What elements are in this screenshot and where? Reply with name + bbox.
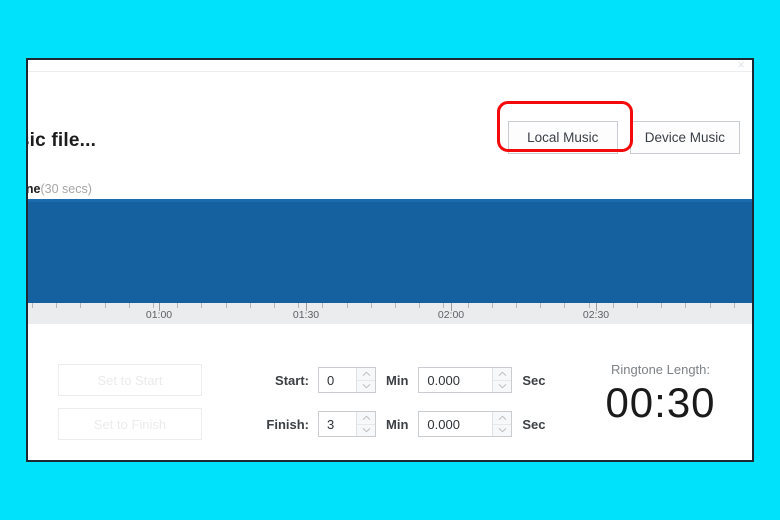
ruler-tick-minor (492, 303, 493, 308)
ruler-tick-minor (32, 303, 33, 308)
device-music-button[interactable]: Device Music (629, 121, 740, 154)
start-label: Start: (275, 372, 309, 388)
ruler-tick-minor (637, 303, 638, 308)
ringtone-length-value: 00:30 (605, 379, 716, 426)
ruler-tick-minor (226, 303, 227, 308)
ruler-tick-minor (516, 303, 517, 308)
ruler-tick-minor (298, 303, 299, 308)
timeline-ruler[interactable]: 01:00 01:30 02:00 02:30 (28, 303, 752, 324)
faint-disabled-controls-strip (28, 324, 752, 350)
finish-sec-stepper[interactable]: 0.000 (418, 411, 513, 437)
ruler-tick-minor (661, 303, 662, 308)
chevron-up-glyph (498, 415, 507, 420)
chevron-up-glyph (362, 415, 370, 420)
ruler-tick-minor (322, 303, 323, 308)
ruler-tick-minor (685, 303, 686, 308)
trim-control-panel: Set to Start Set to Finish Start: 0 Min … (28, 348, 752, 460)
ruler-tick-minor (201, 303, 202, 308)
ruler-tick-minor (540, 303, 541, 308)
chevron-down-icon[interactable] (357, 380, 375, 392)
close-icon[interactable]: × (734, 60, 748, 72)
tone-info: ext Tone(30 secs) (26, 182, 92, 196)
ruler-tick-minor (564, 303, 565, 308)
ruler-tick-label: 02:00 (437, 309, 465, 321)
ruler-tick-minor (613, 303, 614, 308)
chevron-up-icon[interactable] (493, 368, 512, 381)
ruler-tick-minor (347, 303, 348, 308)
finish-sec-value[interactable]: 0.000 (419, 412, 492, 436)
start-sec-arrows (492, 368, 512, 392)
set-button-group: Set to Start Set to Finish (58, 364, 202, 440)
ruler-tick-label: 01:30 (292, 309, 320, 321)
chevron-down-glyph (498, 428, 507, 433)
source-button-group: Local Music Device Music (507, 121, 740, 154)
finish-min-arrows (356, 412, 375, 436)
ruler-tick-minor (56, 303, 57, 308)
ruler-tick-minor (468, 303, 469, 308)
waveform-top-edge (28, 199, 752, 202)
ringtone-maker-window: × music file... ext Tone(30 secs) Local … (26, 58, 754, 462)
ruler-tick-minor (177, 303, 178, 308)
start-sec-value[interactable]: 0.000 (419, 368, 492, 392)
chevron-down-icon[interactable] (357, 424, 375, 436)
window-title-bar: × (28, 60, 752, 72)
faint-controls-text (46, 328, 55, 340)
chevron-up-icon[interactable] (493, 412, 512, 425)
finish-min-unit: Min (386, 416, 409, 432)
set-to-start-button[interactable]: Set to Start (58, 364, 202, 396)
ruler-tick-minor (710, 303, 711, 308)
start-sec-unit: Sec (522, 372, 546, 388)
start-min-value[interactable]: 0 (319, 368, 356, 392)
start-time-row: Start: 0 Min 0.000 Sec (243, 364, 556, 396)
chevron-down-icon[interactable] (493, 424, 512, 436)
start-sec-stepper[interactable]: 0.000 (418, 367, 513, 393)
ringtone-length-label: Ringtone Length: (610, 362, 711, 377)
local-music-button[interactable]: Local Music (507, 121, 618, 154)
ruler-tick-label: 01:00 (145, 309, 173, 321)
ruler-tick-minor (274, 303, 275, 308)
ruler-tick-minor (153, 303, 154, 308)
finish-label: Finish: (266, 416, 309, 432)
header-section: music file... ext Tone(30 secs) Local Mu… (28, 72, 752, 197)
chevron-down-icon[interactable] (493, 380, 512, 392)
ruler-tick-minor (80, 303, 81, 308)
ruler-tick-minor (589, 303, 590, 308)
ruler-tick-minor (395, 303, 396, 308)
chevron-up-glyph (498, 371, 507, 376)
tone-duration: (30 secs) (40, 182, 92, 196)
finish-sec-unit: Sec (522, 416, 546, 432)
ruler-tick-minor (443, 303, 444, 308)
finish-min-stepper[interactable]: 3 (318, 411, 376, 437)
chevron-down-glyph (362, 428, 370, 433)
chevron-up-icon[interactable] (357, 412, 375, 425)
ruler-tick-minor (129, 303, 130, 308)
finish-min-value[interactable]: 3 (319, 412, 356, 436)
ruler-tick-minor (105, 303, 106, 308)
finish-time-row: Finish: 3 Min 0.000 Sec (243, 408, 556, 440)
finish-sec-arrows (492, 412, 512, 436)
ringtone-length-block: Ringtone Length: 00:30 (573, 362, 748, 425)
start-min-unit: Min (386, 372, 409, 388)
ruler-tick-label: 02:30 (582, 309, 610, 321)
chevron-down-glyph (498, 384, 507, 389)
ruler-tick-minor (419, 303, 420, 308)
ruler-tick-minor (371, 303, 372, 308)
tone-name: ext Tone (26, 182, 41, 196)
chevron-up-glyph (362, 371, 370, 376)
start-min-arrows (356, 368, 375, 392)
page-title: music file... (28, 130, 97, 151)
ruler-tick-minor (734, 303, 735, 308)
start-min-stepper[interactable]: 0 (318, 367, 376, 393)
time-fields-group: Start: 0 Min 0.000 Sec Finish: 3 Min 0.0… (243, 364, 556, 440)
ruler-tick-minor (250, 303, 251, 308)
chevron-up-icon[interactable] (357, 368, 375, 381)
set-to-finish-button[interactable]: Set to Finish (58, 408, 202, 440)
audio-waveform-display[interactable] (28, 199, 752, 303)
chevron-down-glyph (362, 384, 370, 389)
